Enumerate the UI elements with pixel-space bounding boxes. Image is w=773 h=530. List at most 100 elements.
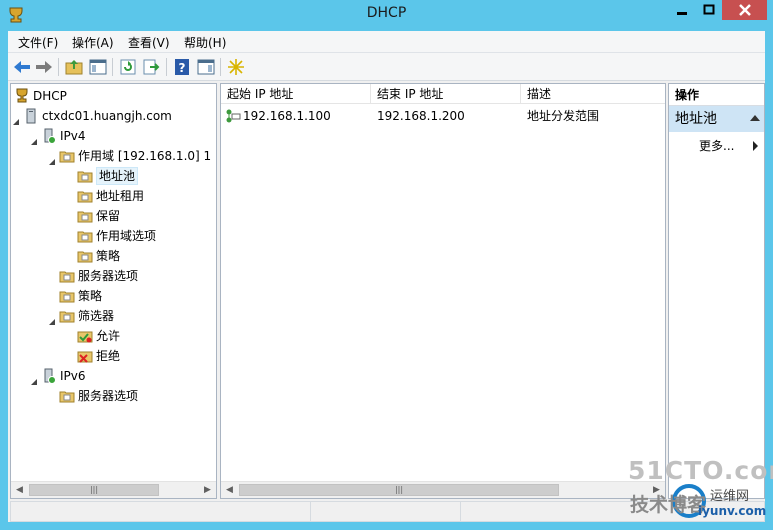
column-start-ip[interactable]: 起始 IP 地址 bbox=[221, 84, 371, 104]
window-title: DHCP bbox=[366, 5, 407, 21]
close-button[interactable] bbox=[722, 0, 767, 20]
scroll-right-arrow[interactable]: ▶ bbox=[648, 482, 665, 498]
action-pane-header: 操作 bbox=[669, 84, 764, 106]
tree-item-label: 服务器选项 bbox=[78, 389, 139, 403]
policies-icon bbox=[77, 248, 93, 264]
column-end-ip[interactable]: 结束 IP 地址 bbox=[371, 84, 521, 104]
menu-help[interactable]: 帮助(H) bbox=[184, 34, 226, 51]
tree-item[interactable]: 服务器选项 bbox=[11, 266, 216, 286]
description-cell: 地址分发范围 bbox=[527, 109, 600, 123]
tree-item-label: 拒绝 bbox=[96, 349, 121, 363]
star-icon[interactable] bbox=[226, 57, 246, 77]
maximize-button[interactable] bbox=[695, 0, 722, 20]
tree-item[interactable]: DHCP bbox=[11, 86, 216, 106]
dhcp-icon bbox=[14, 88, 30, 104]
tree-item[interactable]: IPv4 bbox=[11, 126, 216, 146]
console-tree[interactable]: DHCP ctxdc01.huangjh.com IPv4 作用域 [192.168.… bbox=[10, 83, 217, 499]
column-description[interactable]: 描述 bbox=[521, 84, 665, 104]
scroll-left-arrow[interactable]: ◀ bbox=[221, 482, 238, 498]
scroll-thumb[interactable]: ||| bbox=[239, 484, 559, 496]
tree-item-label: 地址租用 bbox=[96, 189, 145, 203]
tree-item-label: IPv6 bbox=[60, 369, 86, 383]
up-folder-icon[interactable] bbox=[64, 57, 84, 77]
menu-file[interactable]: 文件(F) bbox=[18, 34, 58, 51]
tree-item[interactable]: 拒绝 bbox=[11, 346, 216, 366]
tree-item[interactable]: IPv6 bbox=[11, 366, 216, 386]
close-icon bbox=[738, 4, 751, 16]
scope-options-icon bbox=[77, 228, 93, 244]
expand-collapse-icon[interactable] bbox=[30, 132, 38, 145]
export-list-icon[interactable] bbox=[141, 57, 161, 77]
tree-item-label: 作用域选项 bbox=[96, 229, 157, 243]
table-row[interactable]: 192.168.1.100 192.168.1.200 地址分发范围 bbox=[221, 106, 665, 126]
start-ip-cell: 192.168.1.100 bbox=[243, 109, 331, 123]
tree-horizontal-scrollbar[interactable]: ◀ ||| ▶ bbox=[11, 481, 216, 498]
tree-item[interactable]: 保留 bbox=[11, 206, 216, 226]
tree-item[interactable]: 地址租用 bbox=[11, 186, 216, 206]
tree-item-label: 策略 bbox=[78, 289, 103, 303]
result-list[interactable]: 起始 IP 地址 结束 IP 地址 描述 192.168.1.100 192.1… bbox=[220, 83, 666, 499]
tree-item-label: 保留 bbox=[96, 209, 121, 223]
toolbar-separator bbox=[58, 58, 59, 76]
expand-collapse-icon[interactable] bbox=[48, 312, 56, 325]
back-icon[interactable] bbox=[12, 57, 32, 77]
tree-item[interactable]: 作用域 [192.168.1.0] 1 bbox=[11, 146, 216, 166]
ip-range-icon bbox=[225, 108, 241, 130]
tree-item-label: 服务器选项 bbox=[78, 269, 139, 283]
folder-icon bbox=[59, 148, 75, 164]
action-section-address-pool[interactable]: 地址池 bbox=[669, 106, 764, 132]
collapse-triangle-icon[interactable] bbox=[750, 115, 760, 121]
end-ip-cell: 192.168.1.200 bbox=[377, 109, 465, 123]
column-header: 起始 IP 地址 结束 IP 地址 描述 bbox=[221, 84, 665, 104]
status-bar bbox=[10, 501, 765, 522]
refresh-icon[interactable] bbox=[118, 57, 138, 77]
expand-collapse-icon[interactable] bbox=[30, 372, 38, 385]
tree-item-label: 策略 bbox=[96, 249, 121, 263]
forward-icon[interactable] bbox=[34, 57, 54, 77]
menu-view[interactable]: 查看(V) bbox=[128, 34, 170, 51]
policies-icon bbox=[59, 288, 75, 304]
scroll-right-arrow[interactable]: ▶ bbox=[199, 482, 216, 498]
tree-item[interactable]: 允许 bbox=[11, 326, 216, 346]
expand-collapse-icon[interactable] bbox=[48, 152, 56, 165]
tree-item[interactable]: 地址池 bbox=[11, 166, 216, 186]
tree-item-label: 允许 bbox=[96, 329, 121, 343]
show-action-pane-icon[interactable] bbox=[196, 57, 216, 77]
server-options-icon bbox=[59, 268, 75, 284]
show-hide-tree-icon[interactable] bbox=[88, 57, 108, 77]
menu-action[interactable]: 操作(A) bbox=[72, 34, 114, 51]
scroll-thumb[interactable]: ||| bbox=[29, 484, 159, 496]
minimize-button[interactable] bbox=[668, 0, 695, 20]
server-options-icon bbox=[59, 388, 75, 404]
toolbar: ? bbox=[8, 53, 765, 81]
tree-item-label: DHCP bbox=[33, 89, 67, 103]
minimize-icon bbox=[676, 12, 687, 15]
scroll-left-arrow[interactable]: ◀ bbox=[11, 482, 28, 498]
toolbar-separator bbox=[166, 58, 167, 76]
tree-item-label: ctxdc01.huangjh.com bbox=[42, 109, 172, 123]
list-horizontal-scrollbar[interactable]: ◀ ||| ▶ bbox=[221, 481, 665, 498]
address-pool-icon bbox=[77, 168, 93, 184]
address-leases-icon bbox=[77, 188, 93, 204]
tree-item[interactable]: 作用域选项 bbox=[11, 226, 216, 246]
tree-item-label: IPv4 bbox=[60, 129, 86, 143]
action-section-label: 地址池 bbox=[675, 111, 717, 127]
tree-item-label: 地址池 bbox=[96, 167, 139, 185]
tree-item-label: 筛选器 bbox=[78, 309, 115, 323]
filters-icon bbox=[59, 308, 75, 324]
tree-item[interactable]: 策略 bbox=[11, 246, 216, 266]
ipv6-icon bbox=[41, 368, 57, 384]
tree-item[interactable]: 服务器选项 bbox=[11, 386, 216, 406]
title-bar: DHCP bbox=[0, 0, 773, 31]
tree-item[interactable]: ctxdc01.huangjh.com bbox=[11, 106, 216, 126]
menu-bar: 文件(F) 操作(A) 查看(V) 帮助(H) bbox=[8, 31, 765, 53]
tree-item[interactable]: 筛选器 bbox=[11, 306, 216, 326]
server-icon bbox=[23, 108, 39, 124]
tree-item[interactable]: 策略 bbox=[11, 286, 216, 306]
more-actions-link[interactable]: 更多... bbox=[699, 137, 734, 154]
help-icon[interactable]: ? bbox=[172, 57, 192, 77]
action-pane: 操作 地址池 更多... bbox=[668, 83, 765, 499]
status-cell bbox=[11, 502, 311, 521]
allow-icon bbox=[77, 328, 93, 344]
expand-collapse-icon[interactable] bbox=[12, 112, 20, 125]
